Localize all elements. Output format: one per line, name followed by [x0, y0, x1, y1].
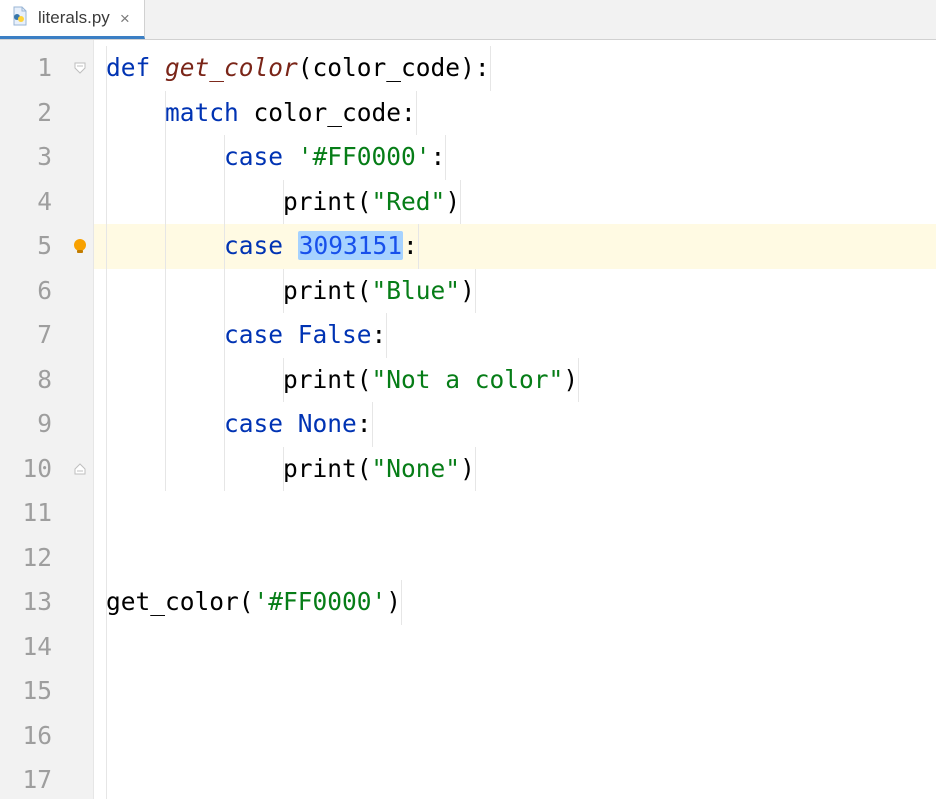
line-number: 16 [0, 714, 52, 759]
text-selection[interactable]: 3093151 [298, 231, 403, 260]
line-number: 3 [0, 135, 52, 180]
line-number: 8 [0, 358, 52, 403]
line-number: 14 [0, 625, 52, 670]
line-number: 17 [0, 758, 52, 799]
code-line[interactable] [94, 536, 936, 581]
code-line[interactable] [94, 625, 936, 670]
tab-filename: literals.py [38, 8, 110, 28]
code-editor[interactable]: 1 2 3 4 5 6 7 8 9 10 11 12 13 14 15 16 1… [0, 40, 936, 799]
line-number: 2 [0, 91, 52, 136]
code-line[interactable]: match color_code: [94, 91, 936, 136]
code-line[interactable]: print("Not a color") [94, 358, 936, 403]
line-number: 4 [0, 180, 52, 225]
code-line[interactable]: case '#FF0000': [94, 135, 936, 180]
code-area[interactable]: def get_color(color_code): match color_c… [94, 40, 936, 799]
code-line[interactable]: get_color('#FF0000') [94, 580, 936, 625]
code-line[interactable] [94, 669, 936, 714]
line-number-gutter: 1 2 3 4 5 6 7 8 9 10 11 12 13 14 15 16 1… [0, 40, 66, 799]
line-number: 10 [0, 447, 52, 492]
tab-bar: literals.py × [0, 0, 936, 40]
line-number: 5 [0, 224, 52, 269]
fold-start-icon[interactable] [66, 46, 93, 91]
code-line[interactable] [94, 714, 936, 759]
code-line[interactable]: case False: [94, 313, 936, 358]
line-number: 6 [0, 269, 52, 314]
close-tab-icon[interactable]: × [118, 10, 132, 27]
code-line-highlighted[interactable]: case 3093151: [94, 224, 936, 269]
code-line[interactable]: print("Blue") [94, 269, 936, 314]
code-line[interactable]: print("None") [94, 447, 936, 492]
marker-strip [66, 40, 94, 799]
code-line[interactable]: print("Red") [94, 180, 936, 225]
line-number: 15 [0, 669, 52, 714]
line-number: 13 [0, 580, 52, 625]
line-number: 7 [0, 313, 52, 358]
fold-end-icon[interactable] [66, 447, 93, 492]
line-number: 11 [0, 491, 52, 536]
code-line[interactable] [94, 758, 936, 799]
line-number: 1 [0, 46, 52, 91]
line-number: 9 [0, 402, 52, 447]
line-number: 12 [0, 536, 52, 581]
intention-bulb-icon[interactable] [66, 224, 93, 269]
code-line[interactable]: def get_color(color_code): [94, 46, 936, 91]
code-line[interactable]: case None: [94, 402, 936, 447]
python-file-icon [10, 6, 30, 31]
editor-tab[interactable]: literals.py × [0, 0, 145, 39]
code-line[interactable] [94, 491, 936, 536]
